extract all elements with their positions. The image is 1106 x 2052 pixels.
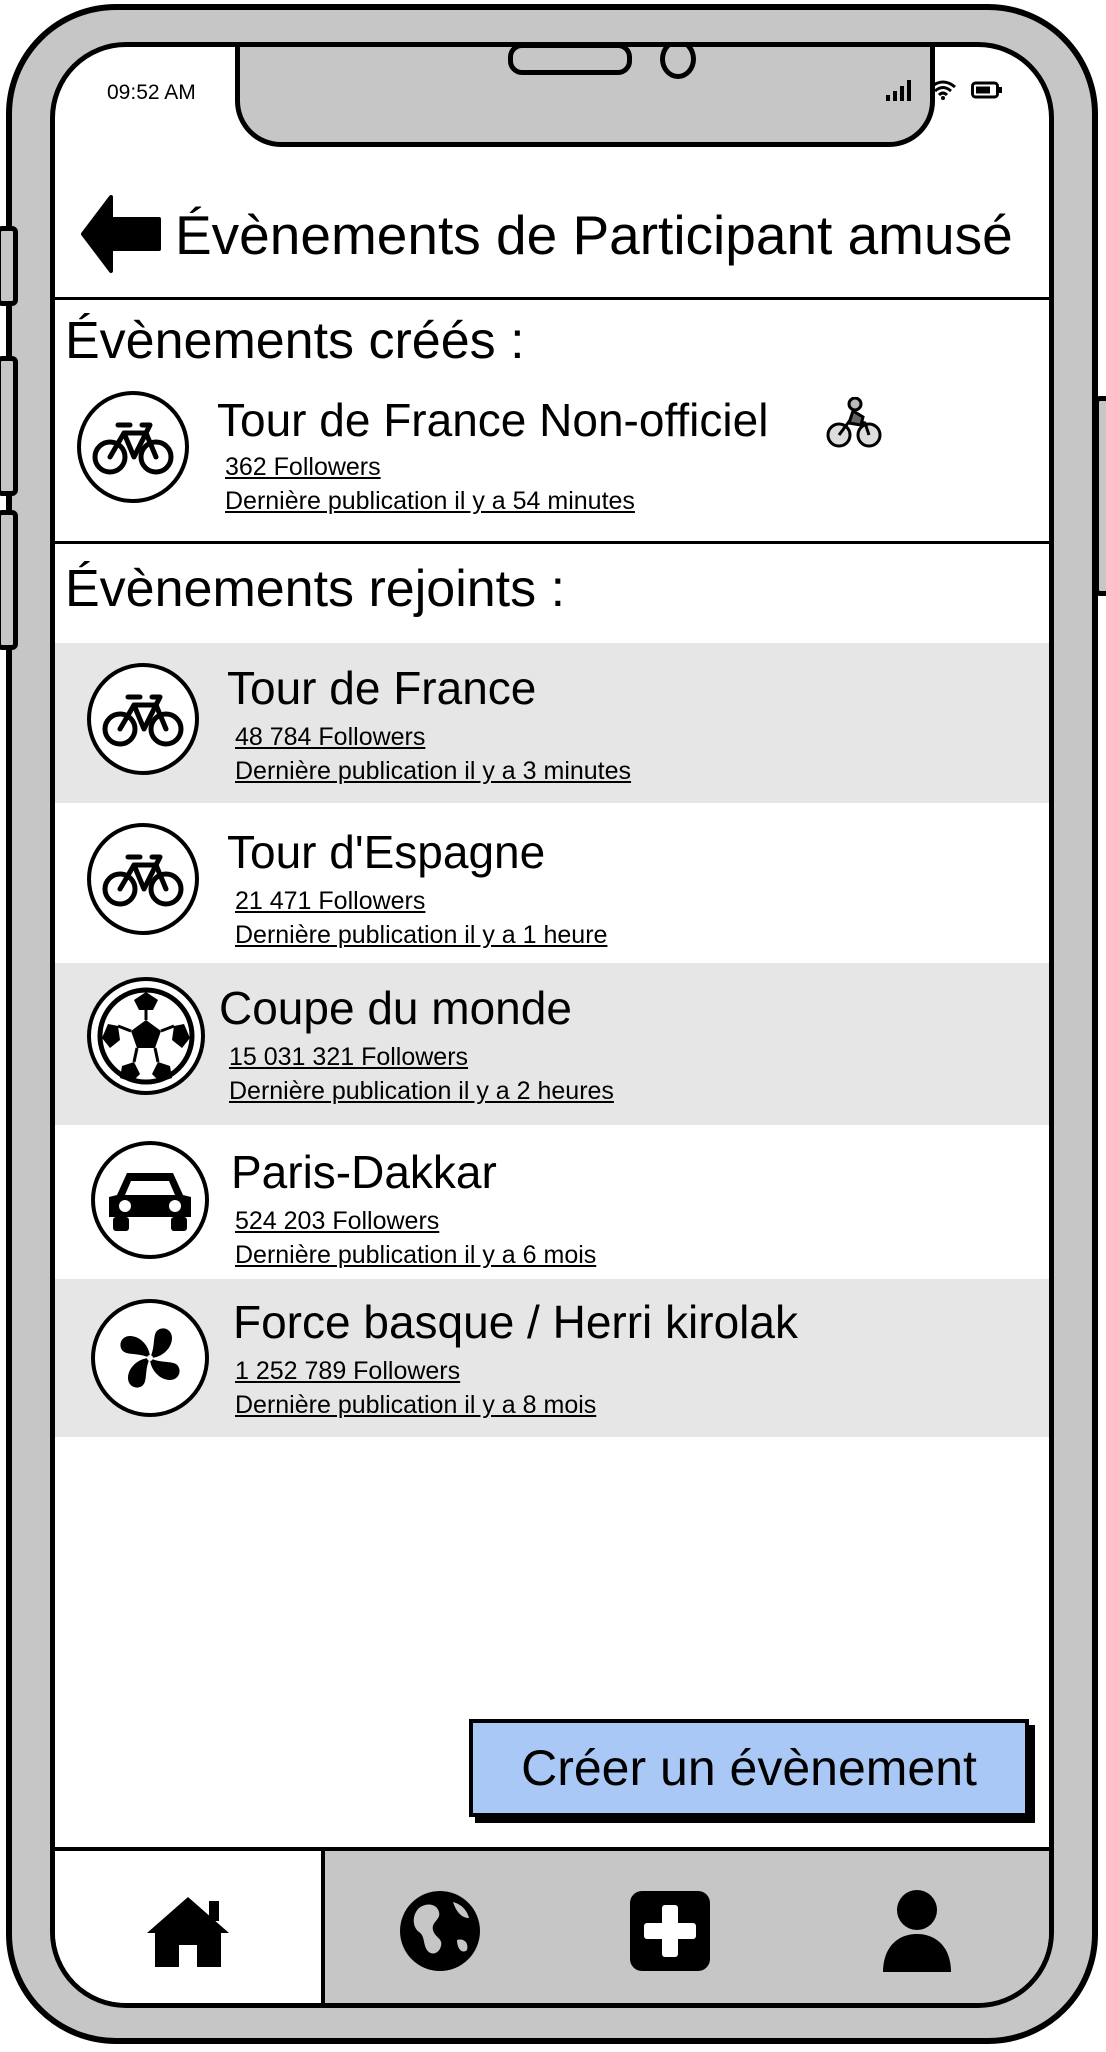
screen: 09:52 AM Évènements de Participant amusé… (50, 42, 1054, 2008)
event-followers-link[interactable]: 15 031 321 Followers (229, 1043, 468, 1072)
event-avatar (77, 391, 189, 503)
event-avatar (87, 977, 205, 1095)
joined-events-title: Évènements rejoints : (65, 560, 566, 618)
soccer-ball-icon (97, 987, 195, 1085)
header-divider (55, 297, 1049, 300)
notch (235, 47, 935, 147)
bicycle-icon (102, 854, 184, 907)
status-icons (885, 79, 1003, 101)
status-time: 09:52 AM (107, 81, 196, 104)
bicycle-icon (102, 694, 184, 747)
event-avatar (87, 823, 199, 935)
wifi-icon (930, 80, 956, 100)
lauburu-icon (120, 1328, 180, 1388)
event-last-publication-link[interactable]: Dernière publication il y a 6 mois (235, 1241, 596, 1270)
event-last-publication-link[interactable]: Dernière publication il y a 8 mois (235, 1391, 596, 1420)
back-arrow-icon[interactable] (77, 191, 163, 277)
event-last-publication-link[interactable]: Dernière publication il y a 54 minutes (225, 487, 635, 516)
nav-explore[interactable] (325, 1851, 555, 2003)
created-event-item[interactable]: Tour de France Non-officiel 362 Follower… (55, 381, 1049, 531)
create-event-button[interactable]: Créer un évènement (469, 1719, 1029, 1817)
car-icon (109, 1173, 191, 1231)
front-camera (660, 47, 696, 79)
bicycle-icon (92, 422, 174, 475)
event-name: Tour de France Non-officiel (217, 394, 769, 446)
plus-square-icon (630, 1891, 710, 1971)
event-last-publication-link[interactable]: Dernière publication il y a 1 heure (235, 921, 607, 950)
event-name: Tour de France (227, 662, 537, 714)
nav-profile[interactable] (785, 1851, 1049, 2003)
signal-icon (886, 80, 911, 101)
home-icon (147, 1897, 229, 1967)
nav-home[interactable] (55, 1851, 325, 2003)
event-avatar (87, 663, 199, 775)
created-events-title: Évènements créés : (65, 312, 525, 370)
side-button (0, 226, 18, 306)
event-name: Tour d'Espagne (227, 826, 546, 878)
event-name: Force basque / Herri kirolak (233, 1296, 798, 1348)
event-followers-link[interactable]: 1 252 789 Followers (235, 1357, 460, 1386)
event-last-publication-link[interactable]: Dernière publication il y a 2 heures (229, 1077, 614, 1106)
page-title: Évènements de Participant amusé (175, 204, 1013, 266)
joined-event-item[interactable]: Paris-Dakkar 524 203 Followers Dernière … (55, 1125, 1049, 1279)
globe-icon (400, 1891, 480, 1971)
event-name: Paris-Dakkar (231, 1146, 497, 1198)
joined-event-item[interactable]: Tour de France 48 784 Followers Dernière… (55, 643, 1049, 803)
side-button (1094, 396, 1106, 596)
event-name: Coupe du monde (219, 982, 572, 1034)
side-button (0, 356, 18, 496)
battery-icon (971, 81, 1002, 99)
event-followers-link[interactable]: 48 784 Followers (235, 723, 425, 752)
user-icon (883, 1890, 951, 1972)
event-followers-link[interactable]: 524 203 Followers (235, 1207, 439, 1236)
side-button (0, 510, 18, 650)
event-avatar (91, 1141, 209, 1259)
joined-event-item[interactable]: Coupe du monde 15 031 321 Followers Dern… (55, 963, 1049, 1125)
speaker (508, 47, 632, 75)
joined-event-item[interactable]: Tour d'Espagne 21 471 Followers Dernière… (55, 803, 1049, 963)
cyclist-emoji-icon (826, 397, 882, 448)
event-followers-link[interactable]: 362 Followers (225, 453, 381, 482)
nav-create[interactable] (555, 1851, 785, 2003)
event-avatar (91, 1299, 209, 1417)
event-followers-link[interactable]: 21 471 Followers (235, 887, 425, 916)
event-last-publication-link[interactable]: Dernière publication il y a 3 minutes (235, 757, 631, 786)
section-divider (55, 541, 1049, 544)
joined-event-item[interactable]: Force basque / Herri kirolak 1 252 789 F… (55, 1279, 1049, 1437)
header: Évènements de Participant amusé (55, 147, 1049, 297)
bottom-nav (55, 1847, 1049, 2003)
